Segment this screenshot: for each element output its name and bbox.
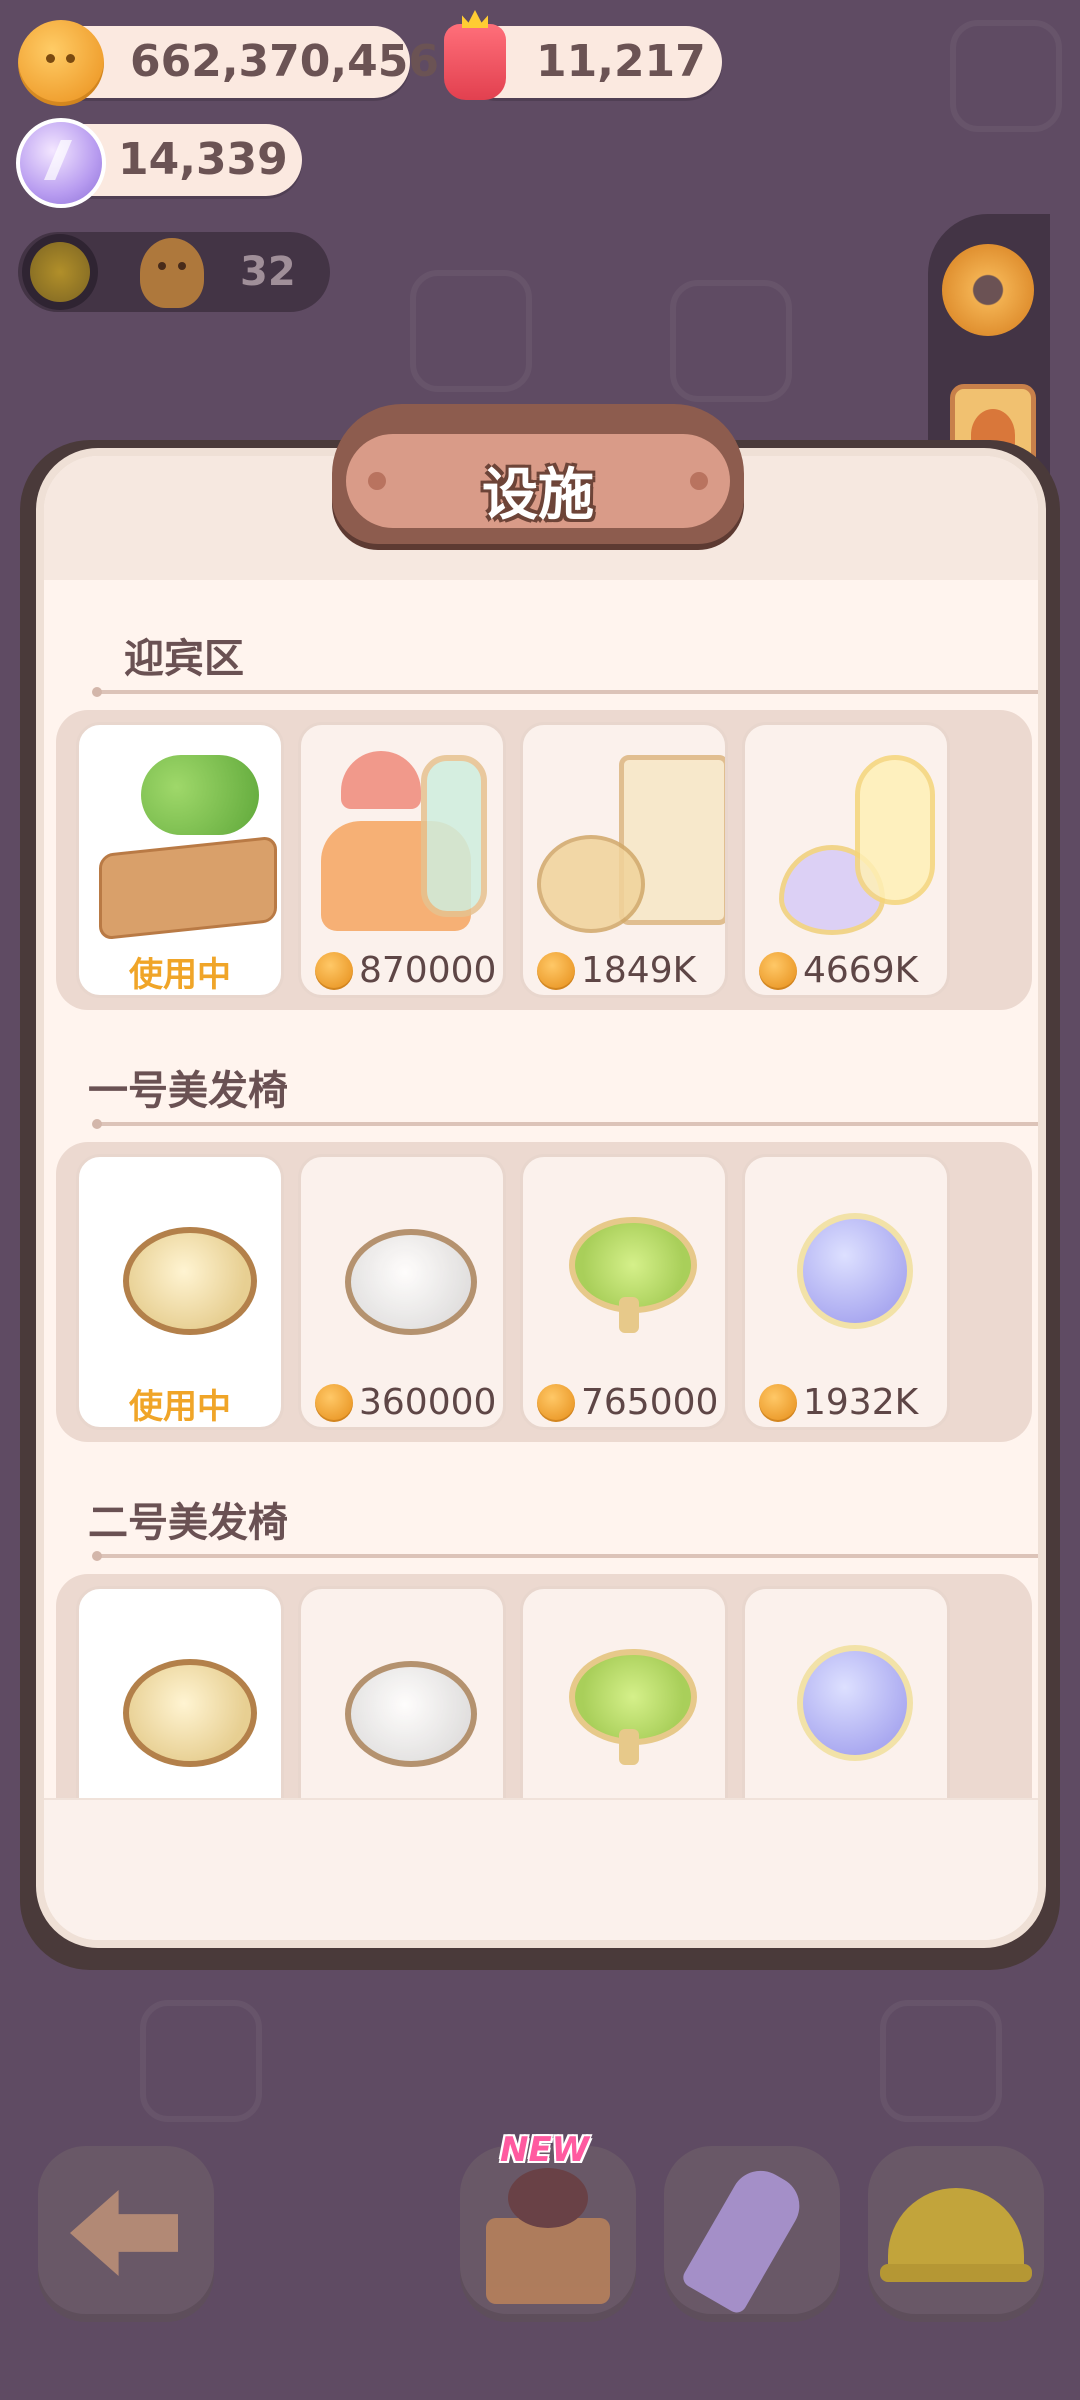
- background-doodle: [950, 20, 1062, 132]
- gingerbread-icon: [140, 238, 204, 308]
- background-doodle: [670, 280, 792, 402]
- pencil-ruler-icon: [679, 2159, 811, 2317]
- sheep-chair-art: [345, 1661, 477, 1767]
- mushroom-lamp-art: [341, 751, 421, 809]
- coin-icon: [537, 952, 575, 990]
- star-chair-art: [797, 1645, 913, 1761]
- item-tile-reception-3[interactable]: 1849K: [520, 722, 728, 998]
- in-use-label: 使用中: [129, 955, 231, 995]
- coin-icon: [315, 952, 353, 990]
- coin-icon: [759, 1384, 797, 1422]
- facilities-modal: 迎宾区 使用中 870000 1849K 4669K 一号美发椅 使用中 360…: [36, 448, 1046, 1948]
- coin-icon: [315, 1384, 353, 1422]
- gem-amount: 14,339: [118, 134, 288, 185]
- level-indicator[interactable]: 32: [18, 232, 330, 312]
- section-title-reception: 迎宾区: [124, 636, 244, 682]
- gear-icon[interactable]: [942, 244, 1034, 336]
- title-plate-inner: 设施: [346, 434, 730, 528]
- item-tile-reception-4[interactable]: 4669K: [742, 722, 950, 998]
- coin-icon: [537, 1384, 575, 1422]
- reception-desk-art: [99, 835, 277, 941]
- plant-icon: [141, 755, 259, 835]
- item-price: 765000: [537, 1379, 718, 1426]
- section-title-chair-2: 二号美发椅: [88, 1500, 288, 1546]
- item-tile-chair-1-2[interactable]: 360000: [298, 1154, 506, 1430]
- coin-icon: [759, 952, 797, 990]
- background-doodle: [880, 2000, 1002, 2122]
- jam-amount: 11,217: [536, 36, 706, 87]
- section-divider: [92, 1551, 1038, 1561]
- decorate-button[interactable]: [664, 2146, 840, 2322]
- sheep-chair-art: [345, 1229, 477, 1335]
- section-divider: [92, 1119, 1038, 1129]
- new-badge: NEW: [500, 2130, 590, 2170]
- chair-1-item-row: 使用中 360000 765000 1932K: [56, 1142, 1032, 1442]
- item-tile-chair-2-3[interactable]: [520, 1586, 728, 1804]
- item-tile-chair-2-4[interactable]: [742, 1586, 950, 1804]
- item-tile-chair-2-2[interactable]: [298, 1586, 506, 1804]
- modal-title: 设施: [482, 463, 594, 528]
- item-price: 1932K: [759, 1379, 918, 1426]
- stool-leg-art: [619, 1729, 639, 1765]
- section-divider: [92, 687, 1038, 697]
- item-tile-chair-1-1[interactable]: 使用中: [76, 1154, 284, 1430]
- reception-item-row: 使用中 870000 1849K 4669K: [56, 710, 1032, 1010]
- star-chair-art: [797, 1213, 913, 1329]
- item-price: 1849K: [537, 947, 696, 994]
- mirror-art: [421, 755, 487, 917]
- item-tile-chair-1-3[interactable]: 765000: [520, 1154, 728, 1430]
- background-doodle: [140, 2000, 262, 2122]
- cream-chair-art: [123, 1659, 257, 1767]
- hard-hat-icon: [880, 2188, 1032, 2282]
- item-price: 360000: [315, 1379, 496, 1426]
- back-button[interactable]: [38, 2146, 214, 2322]
- modal-title-plate: 设施: [332, 404, 744, 544]
- in-use-label: 使用中: [129, 1387, 231, 1427]
- build-button[interactable]: [868, 2146, 1044, 2322]
- item-tile-reception-2[interactable]: 870000: [298, 722, 506, 998]
- chair-2-item-row: [56, 1574, 1032, 1804]
- item-tile-chair-2-1[interactable]: [76, 1586, 284, 1804]
- section-title-chair-1: 一号美发椅: [88, 1068, 288, 1114]
- stool-leg-art: [619, 1297, 639, 1333]
- new-items-button[interactable]: [460, 2146, 636, 2322]
- background-doodle: [410, 270, 532, 392]
- gift-box-icon: [486, 2168, 610, 2304]
- jam-jar-icon: [444, 10, 506, 100]
- candy-gem-icon: [16, 118, 106, 208]
- modal-footer-area: [44, 1798, 1038, 1940]
- round-table-art: [537, 835, 645, 933]
- cream-chair-art: [123, 1227, 257, 1335]
- cookie-coin-icon: [18, 20, 104, 106]
- moon-lamp-art: [855, 755, 935, 905]
- back-arrow-icon: [70, 2190, 178, 2276]
- item-tile-chair-1-4[interactable]: 1932K: [742, 1154, 950, 1430]
- item-price: 4669K: [759, 947, 918, 994]
- sun-badge-icon: [22, 234, 98, 310]
- item-price: 870000: [315, 947, 496, 994]
- coin-amount: 662,370,456: [130, 36, 439, 87]
- level-number: 32: [240, 249, 296, 295]
- item-tile-reception-1[interactable]: 使用中: [76, 722, 284, 998]
